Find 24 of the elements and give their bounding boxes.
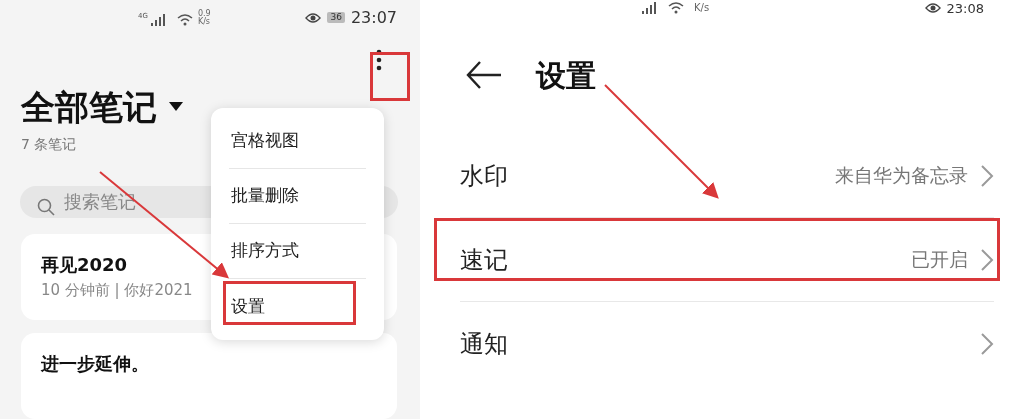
status-time: 23:08 xyxy=(946,1,984,15)
battery-icon: 36 xyxy=(327,12,345,24)
note-meta: 10 分钟前 | 你好2021 xyxy=(41,280,193,300)
page-title: 全部笔记 xyxy=(21,89,157,124)
setting-label: 通知 xyxy=(460,329,508,360)
network-speed: 0.9 xyxy=(197,9,211,18)
setting-value: 来自华为备忘录 xyxy=(835,163,968,189)
note-title: 再见2020 xyxy=(41,254,128,277)
note-card[interactable]: 进一步延伸。 xyxy=(21,333,397,419)
page-title: 设置 xyxy=(536,56,596,95)
menu-item[interactable]: 排序方式 xyxy=(229,224,366,279)
setting-value: 已开启 xyxy=(911,247,968,273)
menu-item[interactable]: 宫格视图 xyxy=(229,114,366,169)
setting-label: 水印 xyxy=(460,160,508,192)
note-title: 进一步延伸。 xyxy=(41,353,149,376)
settings-row[interactable]: 通知 xyxy=(460,302,994,386)
setting-label: 速记 xyxy=(460,244,508,276)
settings-row[interactable]: 速记 已开启 xyxy=(460,218,994,302)
menu-item[interactable]: 批量删除 xyxy=(229,169,366,224)
note-count: 7 条笔记 xyxy=(21,134,77,154)
status-time: 23:07 xyxy=(350,6,397,29)
speed-unit: K/s xyxy=(694,3,710,13)
speed-unit: K/s xyxy=(197,17,211,26)
settings-row[interactable]: 水印 来自华为备忘录 xyxy=(460,134,994,218)
